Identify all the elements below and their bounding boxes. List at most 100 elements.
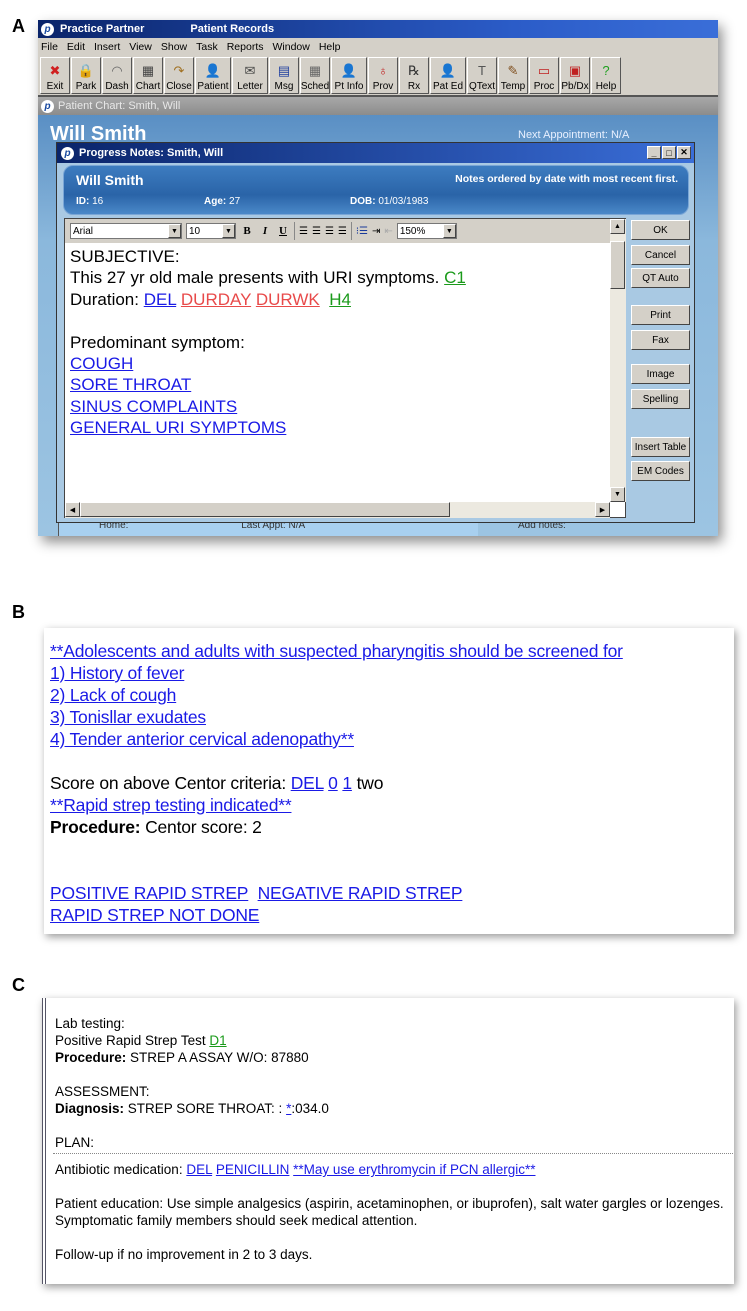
toolbar-close-button[interactable]: ↷ Close xyxy=(164,57,194,94)
toolbar-park-button[interactable]: 🔒 Park xyxy=(71,57,101,94)
fax-button[interactable]: Fax xyxy=(631,330,690,350)
menu-file[interactable]: File xyxy=(41,41,58,53)
symptom-link[interactable]: GENERAL URI SYMPTOMS xyxy=(70,418,286,437)
toolbar-sched-button[interactable]: ▦ Sched xyxy=(300,57,330,94)
menu-show[interactable]: Show xyxy=(161,41,187,53)
ok-button[interactable]: OK xyxy=(631,220,690,240)
scroll-down-icon[interactable]: ▼ xyxy=(610,487,625,502)
durday-link[interactable]: DURDAY xyxy=(181,290,251,309)
align-left-icon[interactable]: ☰ xyxy=(299,226,308,237)
toolbar-dash-button[interactable]: ◠ Dash xyxy=(102,57,132,94)
scroll-left-icon[interactable]: ◀ xyxy=(65,502,80,517)
close-chart-icon: ↷ xyxy=(173,63,185,78)
toolbar-label: Chart xyxy=(135,81,161,92)
criteria-link[interactable]: 3) Tonisllar exudates xyxy=(50,707,206,727)
patient-icon: 👤 xyxy=(204,63,222,78)
criteria-link[interactable]: 1) History of fever xyxy=(50,663,184,683)
menu-reports[interactable]: Reports xyxy=(227,41,264,53)
toolbar-chart-button[interactable]: ▦ Chart xyxy=(133,57,163,94)
toolbar-pat-ed-button[interactable]: 👤 Pat Ed xyxy=(430,57,466,94)
antibiotic-del-link[interactable]: DEL xyxy=(186,1162,212,1177)
toolbar-rx-button[interactable]: ℞ Rx xyxy=(399,57,429,94)
durwk-link[interactable]: DURWK xyxy=(256,290,320,309)
spelling-button[interactable]: Spelling xyxy=(631,389,690,409)
toolbar-proc-button[interactable]: ▭ Proc xyxy=(529,57,559,94)
criteria-link[interactable]: 4) Tender anterior cervical adenopathy** xyxy=(50,729,354,749)
maximize-icon[interactable]: □ xyxy=(662,146,676,159)
toolbar-patient-button[interactable]: 👤 Patient xyxy=(195,57,231,94)
cancel-button[interactable]: Cancel xyxy=(631,245,690,265)
erythromycin-note-link[interactable]: **May use erythromycin if PCN allergic** xyxy=(293,1162,535,1177)
menu-view[interactable]: View xyxy=(129,41,152,53)
size-select[interactable]: 10 ▼ xyxy=(186,223,236,239)
zoom-select[interactable]: 150% ▼ xyxy=(396,223,457,239)
screening-intro-link[interactable]: **Adolescents and adults with suspected … xyxy=(50,641,623,661)
negative-rapid-strep-link[interactable]: NEGATIVE RAPID STREP xyxy=(258,883,463,903)
toolbar-exit-button[interactable]: ✖ Exit xyxy=(40,57,70,94)
indent-icon[interactable]: ⇥ xyxy=(372,226,380,237)
horizontal-scrollbar[interactable]: ◀ ▶ xyxy=(65,502,610,518)
menu-task[interactable]: Task xyxy=(196,41,218,53)
scroll-thumb[interactable] xyxy=(610,241,625,289)
toolbar-msg-button[interactable]: ▤ Msg xyxy=(269,57,299,94)
qt-auto-button[interactable]: QT Auto xyxy=(631,268,690,288)
schedule-icon: ▦ xyxy=(308,63,322,78)
print-button[interactable]: Print xyxy=(631,305,690,325)
bold-icon[interactable]: B xyxy=(240,225,254,237)
underline-icon[interactable]: U xyxy=(276,225,290,237)
insert-table-button[interactable]: Insert Table xyxy=(631,437,690,457)
toolbar-prov-button[interactable]: ♁ Prov xyxy=(368,57,398,94)
del-link[interactable]: DEL xyxy=(144,290,176,309)
scroll-thumb-horizontal[interactable] xyxy=(80,502,450,517)
procedure-value: Centor score: 2 xyxy=(145,817,262,837)
size-value: 10 xyxy=(189,225,201,237)
italic-icon[interactable]: I xyxy=(258,225,272,237)
c1-link[interactable]: C1 xyxy=(444,268,466,287)
menu-window[interactable]: Window xyxy=(272,41,309,53)
close-icon[interactable]: ✕ xyxy=(677,146,691,159)
d1-link[interactable]: D1 xyxy=(209,1033,226,1048)
align-right-icon[interactable]: ☰ xyxy=(325,226,334,237)
font-select[interactable]: Arial ▼ xyxy=(70,223,182,239)
criteria-link[interactable]: 2) Lack of cough xyxy=(50,685,176,705)
score-1-link[interactable]: 1 xyxy=(342,773,352,793)
vertical-scrollbar[interactable]: ▲ ▼ xyxy=(610,219,626,502)
toolbar-temp-button[interactable]: ✎ Temp xyxy=(498,57,528,94)
align-center-icon[interactable]: ☰ xyxy=(312,226,321,237)
scroll-right-icon[interactable]: ▶ xyxy=(595,502,610,517)
toolbar-letter-button[interactable]: ✉ Letter xyxy=(232,57,268,94)
symptom-link[interactable]: COUGH xyxy=(70,354,133,373)
positive-rapid-strep-link[interactable]: POSITIVE RAPID STREP xyxy=(50,883,248,903)
score-0-link[interactable]: 0 xyxy=(328,773,338,793)
menu-edit[interactable]: Edit xyxy=(67,41,85,53)
image-button[interactable]: Image xyxy=(631,364,690,384)
toolbar-pt-info-button[interactable]: 👤 Pt Info xyxy=(331,57,367,94)
letter-icon: ✉ xyxy=(244,63,256,78)
toolbar-help-button[interactable]: ? Help xyxy=(591,57,621,94)
note-editor[interactable]: Arial ▼ 10 ▼ B I U ☰ ☰ ☰ ☰ ⁝☰ ⇥ ⇤ 150% ▼ SU… xyxy=(64,218,626,518)
justify-icon[interactable]: ☰ xyxy=(338,226,347,237)
symptom-link[interactable]: SINUS COMPLAINTS xyxy=(70,397,237,416)
penicillin-link[interactable]: PENICILLIN xyxy=(216,1162,290,1177)
menu-insert[interactable]: Insert xyxy=(94,41,120,53)
followup-text: Follow-up if no improvement in 2 to 3 da… xyxy=(55,1247,313,1262)
scroll-up-icon[interactable]: ▲ xyxy=(610,219,625,234)
progress-notes-titlebar: p Progress Notes: Smith, Will _ □ ✕ xyxy=(57,143,694,163)
toolbar-pb-dx-button[interactable]: ▣ Pb/Dx xyxy=(560,57,590,94)
h4-link[interactable]: H4 xyxy=(329,290,351,309)
centor-criteria-panel: **Adolescents and adults with suspected … xyxy=(44,628,734,934)
toolbar-qtext-button[interactable]: T QText xyxy=(467,57,497,94)
score-del-link[interactable]: DEL xyxy=(291,773,324,793)
minimize-icon[interactable]: _ xyxy=(647,146,661,159)
app-logo-icon: p xyxy=(41,22,54,36)
patient-dob: DOB: 01/03/1983 xyxy=(350,196,428,207)
symptom-link[interactable]: SORE THROAT xyxy=(70,375,191,394)
menu-help[interactable]: Help xyxy=(319,41,341,53)
strep-testing-indicated-link[interactable]: **Rapid strep testing indicated** xyxy=(50,795,292,815)
bullet-list-icon[interactable]: ⁝☰ xyxy=(356,226,368,237)
id-label: ID: xyxy=(76,196,90,207)
outdent-icon[interactable]: ⇤ xyxy=(384,226,392,237)
rapid-strep-not-done-link[interactable]: RAPID STREP NOT DONE xyxy=(50,905,259,925)
quick-text-icon: T xyxy=(478,63,486,78)
em-codes-button[interactable]: EM Codes xyxy=(631,461,690,481)
